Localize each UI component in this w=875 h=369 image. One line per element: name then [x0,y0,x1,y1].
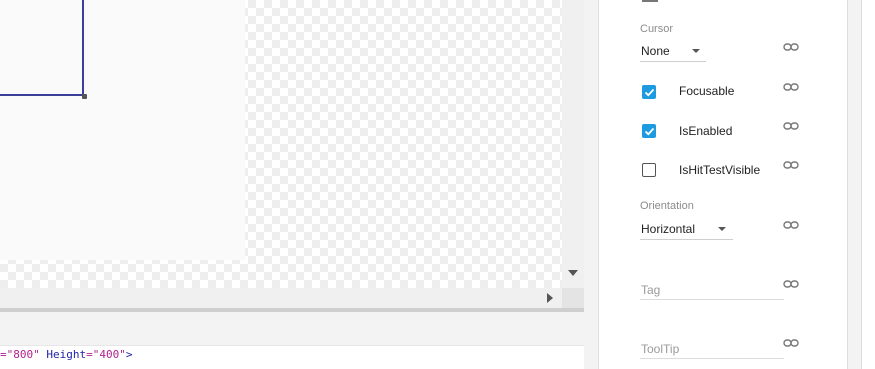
is-hit-test-visible-label: IsHitTestVisible [679,163,761,177]
is-enabled-checkbox[interactable] [642,124,656,138]
link-icon[interactable] [783,338,799,348]
code-fragment: Height [39,348,87,361]
tooltip-placeholder: ToolTip [641,342,680,356]
caret-down-icon [692,49,700,53]
link-icon[interactable] [783,82,799,92]
link-icon[interactable] [783,220,799,230]
cursor-value: None [641,44,670,58]
orientation-select[interactable]: Horizontal [640,218,733,240]
cursor-label: Cursor [640,23,674,35]
selection-outline[interactable] [0,0,84,96]
is-hit-test-visible-checkbox[interactable] [642,163,656,177]
link-icon[interactable] [783,279,799,289]
orientation-label: Orientation [640,200,694,212]
resize-handle[interactable] [82,94,87,99]
window-edge [861,0,875,369]
tag-input[interactable]: Tag [640,278,784,300]
tag-placeholder: Tag [641,283,661,297]
orientation-value: Horizontal [641,222,696,236]
scrollbar-corner [562,288,584,308]
panel-gutter [584,0,598,369]
code-fragment: ="400" [86,348,126,361]
caret-down-icon [718,227,726,231]
design-canvas[interactable] [0,0,562,288]
xaml-editor[interactable]: ="800" Height="400"> [0,345,584,369]
focusable-checkbox[interactable] [642,85,656,99]
tooltip-input[interactable]: ToolTip [640,337,784,359]
code-panel: ="800" Height="400"> [0,312,584,369]
is-enabled-label: IsEnabled [679,124,733,138]
scroll-right-arrow-icon[interactable] [547,293,553,303]
code-fragment: > [125,348,133,361]
designer-window: ="800" Height="400"> Cursor None Focusab… [0,0,875,369]
scroll-down-arrow-icon[interactable] [568,270,578,276]
vertical-scrollbar[interactable] [562,0,584,288]
link-icon[interactable] [783,42,799,52]
horizontal-scrollbar[interactable] [0,288,584,308]
properties-panel: Cursor None Focusable IsEnabled IsHitTes… [598,0,847,369]
focusable-label: Focusable [679,84,735,98]
panel-scroll-gutter [847,0,861,369]
previous-control-edge [642,0,658,2]
link-icon[interactable] [783,121,799,131]
check-icon [644,88,655,97]
code-fragment: ="800" [0,348,40,361]
cursor-select[interactable]: None [640,40,706,62]
check-icon [644,127,655,136]
code-line: ="800" Height="400"> [0,348,132,361]
link-icon[interactable] [783,160,799,170]
